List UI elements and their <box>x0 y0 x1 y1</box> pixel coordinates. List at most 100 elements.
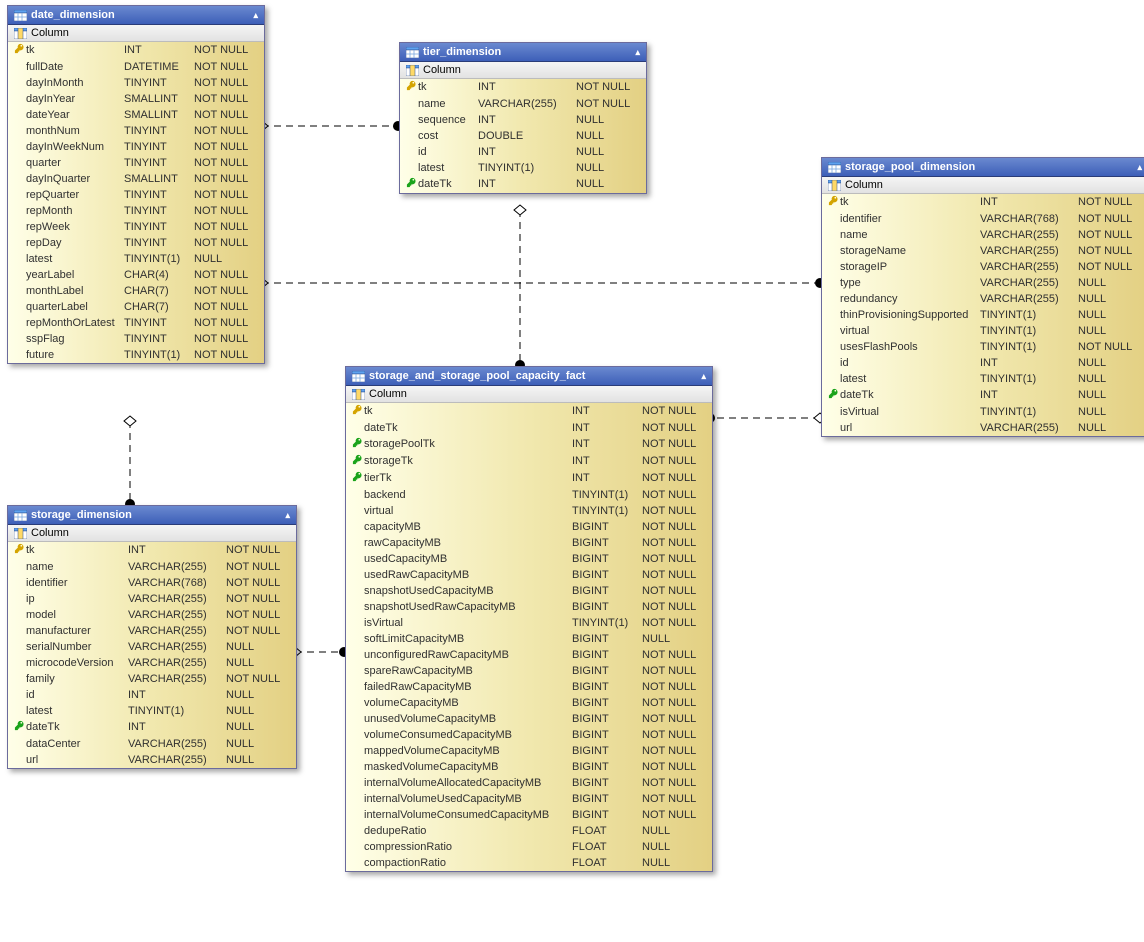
column-row[interactable]: urlVARCHAR(255)NULL <box>822 420 1144 436</box>
column-row[interactable]: storageIPVARCHAR(255)NOT NULL <box>822 259 1144 275</box>
column-row[interactable]: modelVARCHAR(255)NOT NULL <box>8 607 296 623</box>
column-row[interactable]: capacityMBBIGINTNOT NULL <box>346 519 712 535</box>
column-row[interactable]: dayInQuarterSMALLINTNOT NULL <box>8 171 264 187</box>
column-row[interactable]: usedRawCapacityMBBIGINTNOT NULL <box>346 567 712 583</box>
column-row[interactable]: typeVARCHAR(255)NULL <box>822 275 1144 291</box>
entity-table[interactable]: date_dimension▴ColumntkINTNOT NULLfullDa… <box>7 5 265 364</box>
column-row[interactable]: idINTNULL <box>8 687 296 703</box>
column-row[interactable]: rawCapacityMBBIGINTNOT NULL <box>346 535 712 551</box>
table-title-bar[interactable]: storage_dimension▴ <box>8 506 296 525</box>
column-row[interactable]: quarterLabelCHAR(7)NOT NULL <box>8 299 264 315</box>
column-row[interactable]: nameVARCHAR(255)NOT NULL <box>822 227 1144 243</box>
column-row[interactable]: latestTINYINT(1)NULL <box>8 251 264 267</box>
entity-table[interactable]: storage_and_storage_pool_capacity_fact▴C… <box>345 366 713 872</box>
column-row[interactable]: thinProvisioningSupportedTINYINT(1)NULL <box>822 307 1144 323</box>
collapse-icon[interactable]: ▴ <box>253 10 258 21</box>
column-row[interactable]: tkINTNOT NULL <box>8 542 296 559</box>
column-row[interactable]: usedCapacityMBBIGINTNOT NULL <box>346 551 712 567</box>
column-row[interactable]: storagePoolTkINTNOT NULL <box>346 436 712 453</box>
column-row[interactable]: identifierVARCHAR(768)NOT NULL <box>8 575 296 591</box>
column-row[interactable]: fullDateDATETIMENOT NULL <box>8 59 264 75</box>
column-row[interactable]: volumeConsumedCapacityMBBIGINTNOT NULL <box>346 727 712 743</box>
column-row[interactable]: snapshotUsedCapacityMBBIGINTNOT NULL <box>346 583 712 599</box>
column-row[interactable]: urlVARCHAR(255)NULL <box>8 752 296 768</box>
column-row[interactable]: storageTkINTNOT NULL <box>346 453 712 470</box>
column-row[interactable]: monthNumTINYINTNOT NULL <box>8 123 264 139</box>
column-row[interactable]: dedupeRatioFLOATNULL <box>346 823 712 839</box>
column-row[interactable]: volumeCapacityMBBIGINTNOT NULL <box>346 695 712 711</box>
column-row[interactable]: tkINTNOT NULL <box>8 42 264 59</box>
entity-table[interactable]: storage_pool_dimension▴ColumntkINTNOT NU… <box>821 157 1144 437</box>
collapse-icon[interactable]: ▴ <box>635 47 640 58</box>
column-row[interactable]: repDayTINYINTNOT NULL <box>8 235 264 251</box>
column-row[interactable]: mappedVolumeCapacityMBBIGINTNOT NULL <box>346 743 712 759</box>
column-row[interactable]: futureTINYINT(1)NOT NULL <box>8 347 264 363</box>
column-row[interactable]: tierTkINTNOT NULL <box>346 470 712 487</box>
column-row[interactable]: serialNumberVARCHAR(255)NULL <box>8 639 296 655</box>
column-row[interactable]: dayInWeekNumTINYINTNOT NULL <box>8 139 264 155</box>
column-row[interactable]: yearLabelCHAR(4)NOT NULL <box>8 267 264 283</box>
table-title-bar[interactable]: storage_pool_dimension▴ <box>822 158 1144 177</box>
entity-table[interactable]: storage_dimension▴ColumntkINTNOT NULLnam… <box>7 505 297 769</box>
column-row[interactable]: usesFlashPoolsTINYINT(1)NOT NULL <box>822 339 1144 355</box>
column-row[interactable]: nameVARCHAR(255)NOT NULL <box>400 96 646 112</box>
column-row[interactable]: nameVARCHAR(255)NOT NULL <box>8 559 296 575</box>
column-row[interactable]: compressionRatioFLOATNULL <box>346 839 712 855</box>
column-row[interactable]: repMonthOrLatestTINYINTNOT NULL <box>8 315 264 331</box>
column-row[interactable]: tkINTNOT NULL <box>822 194 1144 211</box>
column-row[interactable]: storageNameVARCHAR(255)NOT NULL <box>822 243 1144 259</box>
column-row[interactable]: quarterTINYINTNOT NULL <box>8 155 264 171</box>
column-row[interactable]: redundancyVARCHAR(255)NULL <box>822 291 1144 307</box>
column-row[interactable]: repWeekTINYINTNOT NULL <box>8 219 264 235</box>
column-row[interactable]: spareRawCapacityMBBIGINTNOT NULL <box>346 663 712 679</box>
table-title-bar[interactable]: date_dimension▴ <box>8 6 264 25</box>
column-row[interactable]: ipVARCHAR(255)NOT NULL <box>8 591 296 607</box>
column-row[interactable]: unconfiguredRawCapacityMBBIGINTNOT NULL <box>346 647 712 663</box>
column-row[interactable]: idINTNULL <box>400 144 646 160</box>
column-row[interactable]: isVirtualTINYINT(1)NOT NULL <box>346 615 712 631</box>
column-row[interactable]: backendTINYINT(1)NOT NULL <box>346 487 712 503</box>
column-row[interactable]: dateTkINTNULL <box>8 719 296 736</box>
column-row[interactable]: failedRawCapacityMBBIGINTNOT NULL <box>346 679 712 695</box>
column-row[interactable]: dayInYearSMALLINTNOT NULL <box>8 91 264 107</box>
column-row[interactable]: familyVARCHAR(255)NOT NULL <box>8 671 296 687</box>
column-row[interactable]: dataCenterVARCHAR(255)NULL <box>8 736 296 752</box>
column-row[interactable]: unusedVolumeCapacityMBBIGINTNOT NULL <box>346 711 712 727</box>
column-row[interactable]: latestTINYINT(1)NULL <box>822 371 1144 387</box>
table-title-bar[interactable]: tier_dimension▴ <box>400 43 646 62</box>
entity-table[interactable]: tier_dimension▴ColumntkINTNOT NULLnameVA… <box>399 42 647 194</box>
column-row[interactable]: maskedVolumeCapacityMBBIGINTNOT NULL <box>346 759 712 775</box>
column-row[interactable]: snapshotUsedRawCapacityMBBIGINTNOT NULL <box>346 599 712 615</box>
column-row[interactable]: dateTkINTNOT NULL <box>346 420 712 436</box>
column-row[interactable]: sequenceINTNULL <box>400 112 646 128</box>
column-row[interactable]: microcodeVersionVARCHAR(255)NULL <box>8 655 296 671</box>
column-row[interactable]: tkINTNOT NULL <box>400 79 646 96</box>
column-row[interactable]: virtualTINYINT(1)NOT NULL <box>346 503 712 519</box>
column-row[interactable]: dateTkINTNULL <box>400 176 646 193</box>
column-row[interactable]: latestTINYINT(1)NULL <box>8 703 296 719</box>
column-row[interactable]: dateTkINTNULL <box>822 387 1144 404</box>
column-row[interactable]: repMonthTINYINTNOT NULL <box>8 203 264 219</box>
column-row[interactable]: monthLabelCHAR(7)NOT NULL <box>8 283 264 299</box>
column-row[interactable]: dateYearSMALLINTNOT NULL <box>8 107 264 123</box>
collapse-icon[interactable]: ▴ <box>701 371 706 382</box>
column-row[interactable]: internalVolumeUsedCapacityMBBIGINTNOT NU… <box>346 791 712 807</box>
column-row[interactable]: compactionRatioFLOATNULL <box>346 855 712 871</box>
column-row[interactable]: virtualTINYINT(1)NULL <box>822 323 1144 339</box>
column-row[interactable]: idINTNULL <box>822 355 1144 371</box>
collapse-icon[interactable]: ▴ <box>285 510 290 521</box>
column-row[interactable]: internalVolumeAllocatedCapacityMBBIGINTN… <box>346 775 712 791</box>
column-row[interactable]: dayInMonthTINYINTNOT NULL <box>8 75 264 91</box>
column-row[interactable]: manufacturerVARCHAR(255)NOT NULL <box>8 623 296 639</box>
column-row[interactable]: internalVolumeConsumedCapacityMBBIGINTNO… <box>346 807 712 823</box>
table-title-bar[interactable]: storage_and_storage_pool_capacity_fact▴ <box>346 367 712 386</box>
collapse-icon[interactable]: ▴ <box>1137 162 1142 173</box>
column-row[interactable]: sspFlagTINYINTNOT NULL <box>8 331 264 347</box>
column-row[interactable]: repQuarterTINYINTNOT NULL <box>8 187 264 203</box>
column-row[interactable]: softLimitCapacityMBBIGINTNULL <box>346 631 712 647</box>
column-row[interactable]: isVirtualTINYINT(1)NULL <box>822 404 1144 420</box>
column-row[interactable]: costDOUBLENULL <box>400 128 646 144</box>
column-row[interactable]: identifierVARCHAR(768)NOT NULL <box>822 211 1144 227</box>
column-row[interactable]: tkINTNOT NULL <box>346 403 712 420</box>
column-row[interactable]: latestTINYINT(1)NULL <box>400 160 646 176</box>
